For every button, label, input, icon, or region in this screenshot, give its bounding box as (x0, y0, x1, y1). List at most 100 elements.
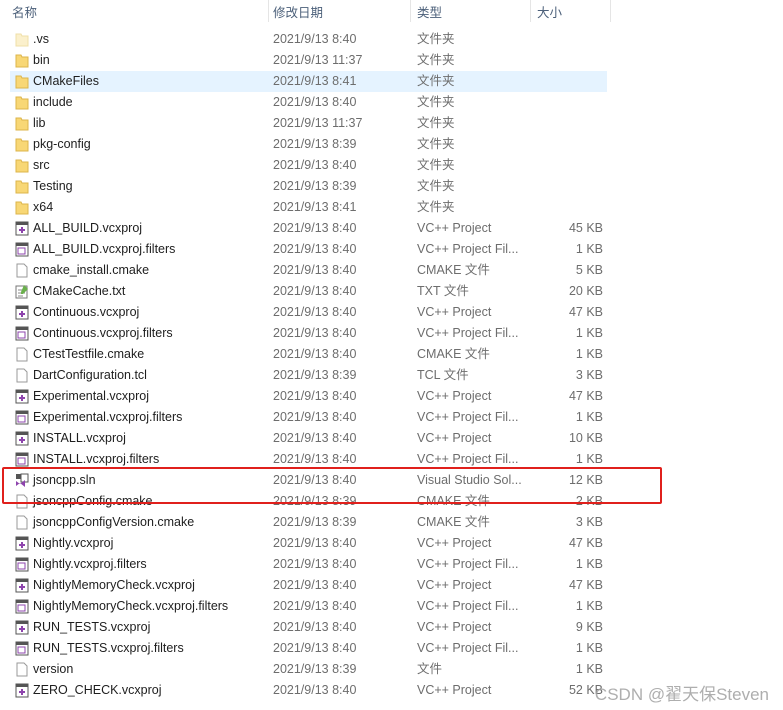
file-row[interactable]: .vs 2021/9/13 8:40 文件夹 (10, 29, 607, 50)
file-name: Nightly.vcxproj.filters (33, 557, 147, 571)
file-date: 2021/9/13 8:40 (273, 242, 357, 256)
file-date: 2021/9/13 8:39 (273, 368, 357, 382)
file-date: 2021/9/13 8:39 (273, 662, 357, 676)
folder-icon (15, 53, 29, 68)
file-size: 3 KB (575, 368, 603, 382)
filters-icon (15, 641, 29, 656)
file-name: include (33, 95, 73, 109)
file-row[interactable]: version 2021/9/13 8:39 文件 1 KB (10, 659, 607, 680)
file-row[interactable]: jsoncppConfigVersion.cmake 2021/9/13 8:3… (10, 512, 607, 533)
file-date: 2021/9/13 8:39 (273, 179, 357, 193)
file-date: 2021/9/13 8:40 (273, 641, 357, 655)
file-row[interactable]: Continuous.vcxproj.filters 2021/9/13 8:4… (10, 323, 607, 344)
file-row[interactable]: pkg-config 2021/9/13 8:39 文件夹 (10, 134, 607, 155)
file-row[interactable]: RUN_TESTS.vcxproj 2021/9/13 8:40 VC++ Pr… (10, 617, 607, 638)
column-date[interactable]: 修改日期 (273, 2, 323, 21)
file-row[interactable]: Nightly.vcxproj.filters 2021/9/13 8:40 V… (10, 554, 607, 575)
file-name: src (33, 158, 50, 172)
file-row[interactable]: lib 2021/9/13 11:37 文件夹 (10, 113, 607, 134)
file-row[interactable]: CTestTestfile.cmake 2021/9/13 8:40 CMAKE… (10, 344, 607, 365)
file-size: 47 KB (568, 389, 603, 403)
file-name: NightlyMemoryCheck.vcxproj (33, 578, 195, 592)
column-size[interactable]: 大小 (537, 2, 562, 21)
folder-faded-icon (15, 32, 29, 47)
file-size: 1 KB (575, 662, 603, 676)
file-date: 2021/9/13 11:37 (273, 116, 363, 130)
file-name: Continuous.vcxproj (33, 305, 140, 319)
vcxproj-icon (15, 536, 29, 551)
vcxproj-icon (15, 221, 29, 236)
file-row[interactable]: NightlyMemoryCheck.vcxproj.filters 2021/… (10, 596, 607, 617)
file-type: VC++ Project (417, 431, 492, 445)
folder-icon (15, 158, 29, 173)
file-name: CMakeFiles (33, 74, 99, 88)
vcxproj-icon (15, 620, 29, 635)
file-name: Experimental.vcxproj (33, 389, 150, 403)
file-row[interactable]: x64 2021/9/13 8:41 文件夹 (10, 197, 607, 218)
file-name: INSTALL.vcxproj (33, 431, 126, 445)
file-row[interactable]: DartConfiguration.tcl 2021/9/13 8:39 TCL… (10, 365, 607, 386)
folder-icon (15, 95, 29, 110)
file-row[interactable]: Testing 2021/9/13 8:39 文件夹 (10, 176, 607, 197)
column-name[interactable]: 名称 (12, 2, 37, 21)
file-row[interactable]: ALL_BUILD.vcxproj.filters 2021/9/13 8:40… (10, 239, 607, 260)
file-row[interactable]: ZERO_CHECK.vcxproj 2021/9/13 8:40 VC++ P… (10, 680, 607, 701)
file-date: 2021/9/13 8:40 (273, 221, 357, 235)
file-date: 2021/9/13 8:40 (273, 347, 357, 361)
file-row[interactable]: Nightly.vcxproj 2021/9/13 8:40 VC++ Proj… (10, 533, 607, 554)
file-row[interactable]: INSTALL.vcxproj 2021/9/13 8:40 VC++ Proj… (10, 428, 607, 449)
file-row[interactable]: Experimental.vcxproj.filters 2021/9/13 8… (10, 407, 607, 428)
file-name: bin (33, 53, 50, 67)
filters-icon (15, 242, 29, 257)
column-divider[interactable] (410, 0, 411, 22)
file-date: 2021/9/13 8:39 (273, 515, 357, 529)
file-size: 3 KB (575, 515, 603, 529)
file-row[interactable]: RUN_TESTS.vcxproj.filters 2021/9/13 8:40… (10, 638, 607, 659)
file-name: ALL_BUILD.vcxproj (33, 221, 143, 235)
file-size: 10 KB (568, 431, 603, 445)
file-type: VC++ Project (417, 536, 492, 550)
column-divider[interactable] (530, 0, 531, 22)
file-name: Nightly.vcxproj (33, 536, 114, 550)
filters-icon (15, 599, 29, 614)
file-icon (15, 515, 29, 530)
file-row[interactable]: ALL_BUILD.vcxproj 2021/9/13 8:40 VC++ Pr… (10, 218, 607, 239)
column-divider[interactable] (268, 0, 269, 22)
file-date: 2021/9/13 8:40 (273, 578, 357, 592)
file-size: 20 KB (568, 284, 603, 298)
file-row[interactable]: bin 2021/9/13 11:37 文件夹 (10, 50, 607, 71)
file-type: VC++ Project (417, 620, 492, 634)
file-row[interactable]: include 2021/9/13 8:40 文件夹 (10, 92, 607, 113)
file-row[interactable]: CMakeFiles 2021/9/13 8:41 文件夹 (10, 71, 607, 92)
file-date: 2021/9/13 8:41 (273, 200, 357, 214)
file-row[interactable]: NightlyMemoryCheck.vcxproj 2021/9/13 8:4… (10, 575, 607, 596)
file-type: 文件夹 (417, 95, 455, 109)
filters-icon (15, 557, 29, 572)
file-name: NightlyMemoryCheck.vcxproj.filters (33, 599, 229, 613)
file-size: 45 KB (568, 221, 603, 235)
filters-icon (15, 452, 29, 467)
column-divider[interactable] (610, 0, 611, 22)
column-type[interactable]: 类型 (417, 2, 442, 21)
file-date: 2021/9/13 8:40 (273, 431, 357, 445)
file-size: 9 KB (575, 620, 603, 634)
file-row[interactable]: Continuous.vcxproj 2021/9/13 8:40 VC++ P… (10, 302, 607, 323)
file-row[interactable]: src 2021/9/13 8:40 文件夹 (10, 155, 607, 176)
file-size: 1 KB (575, 242, 603, 256)
filters-icon (15, 326, 29, 341)
file-row[interactable]: Experimental.vcxproj 2021/9/13 8:40 VC++… (10, 386, 607, 407)
file-size: 1 KB (575, 641, 603, 655)
file-row[interactable]: cmake_install.cmake 2021/9/13 8:40 CMAKE… (10, 260, 607, 281)
file-type: 文件夹 (417, 74, 455, 88)
file-row[interactable]: CMakeCache.txt 2021/9/13 8:40 TXT 文件 20 … (10, 281, 607, 302)
file-size: 1 KB (575, 599, 603, 613)
file-date: 2021/9/13 8:40 (273, 599, 357, 613)
file-size: 47 KB (568, 578, 603, 592)
file-type: VC++ Project (417, 683, 492, 697)
file-name: cmake_install.cmake (33, 263, 150, 277)
file-date: 2021/9/13 8:40 (273, 536, 357, 550)
file-date: 2021/9/13 8:40 (273, 305, 357, 319)
file-date: 2021/9/13 8:40 (273, 263, 357, 277)
file-name: DartConfiguration.tcl (33, 368, 147, 382)
file-name: pkg-config (33, 137, 91, 151)
